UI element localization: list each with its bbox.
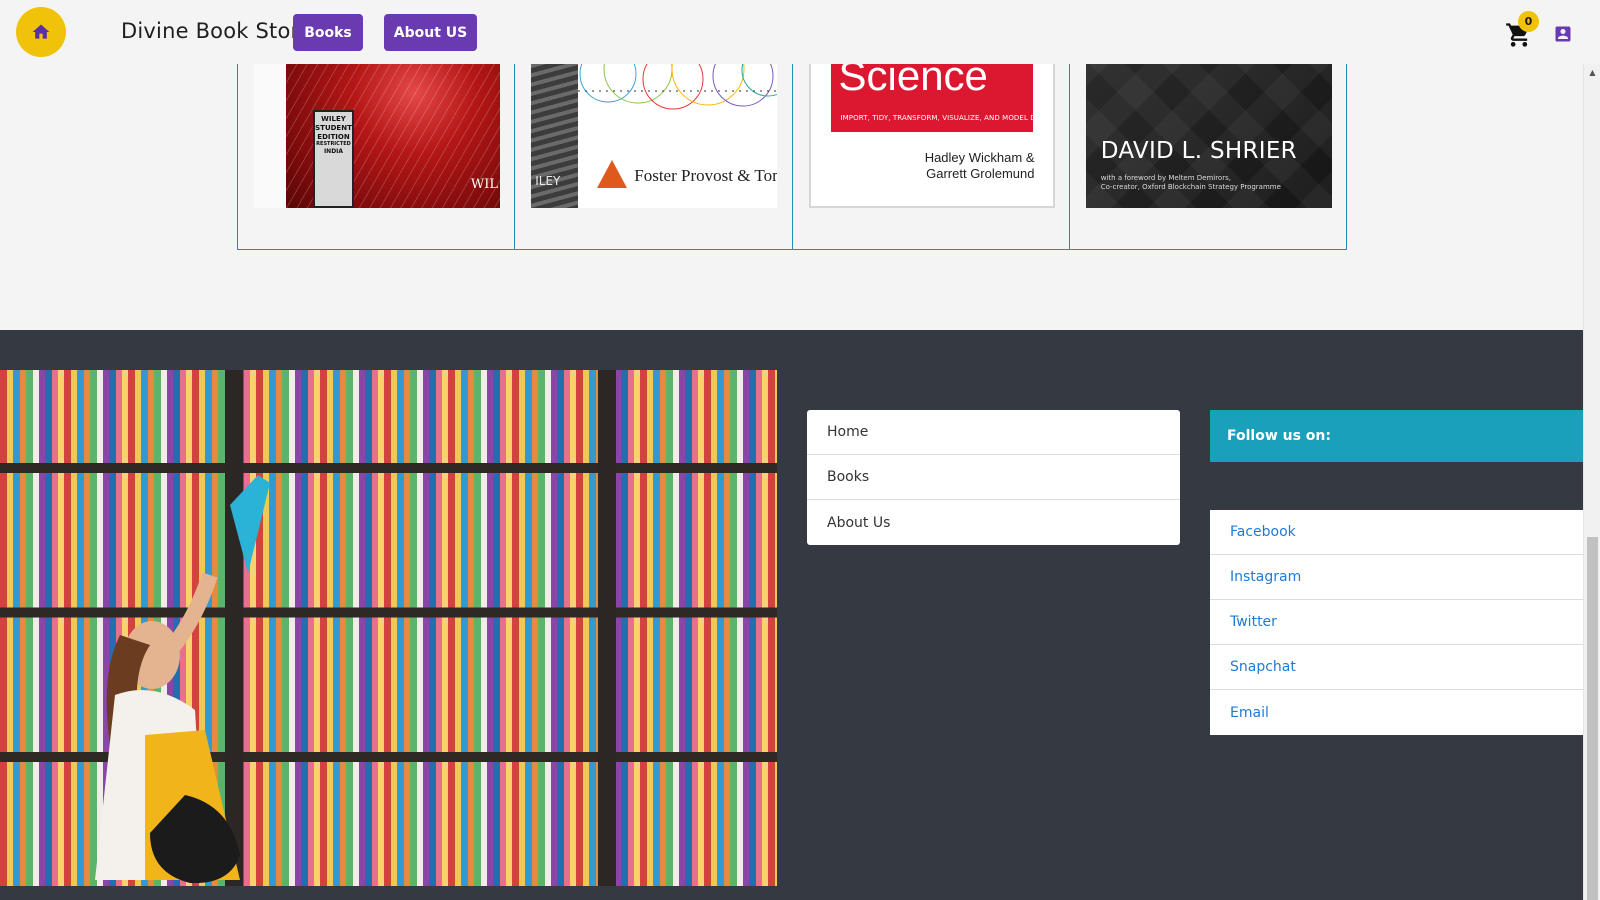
- cover-margin: [254, 64, 286, 208]
- book-cover-image[interactable]: ILEY Foster Provost & Tom Fa: [531, 64, 778, 208]
- publisher-mark: WIL: [470, 177, 498, 192]
- book-card-4[interactable]: DAVID L. SHRIER with a foreword by Melte…: [1070, 64, 1346, 249]
- decorative-arcs: [578, 64, 778, 110]
- social-links-list: Facebook Instagram Twitter Snapchat Emai…: [1210, 510, 1583, 735]
- footer-link-books[interactable]: Books: [807, 455, 1180, 500]
- social-link-snapchat[interactable]: Snapchat: [1210, 645, 1583, 690]
- book-authors: Foster Provost & Tom Fa: [634, 166, 777, 185]
- book-subtitle: IMPORT, TIDY, TRANSFORM, VISUALIZE, AND …: [840, 114, 1049, 122]
- book-card-3[interactable]: Science IMPORT, TIDY, TRANSFORM, VISUALI…: [793, 64, 1070, 249]
- page-scrollbar[interactable]: ▲: [1583, 64, 1600, 900]
- social-link-twitter[interactable]: Twitter: [1210, 600, 1583, 645]
- nav-books-button[interactable]: Books: [293, 14, 363, 51]
- book-authors: Hadley Wickham & Garrett Grolemund: [924, 150, 1035, 182]
- nav-about-button[interactable]: About US: [384, 14, 477, 51]
- book-cards-row: WILEY STUDENT EDITION RESTRICTED INDIA W…: [237, 64, 1347, 250]
- spo-triangle: [597, 160, 628, 188]
- publisher-mark: ILEY: [535, 174, 561, 188]
- social-link-email[interactable]: Email: [1210, 690, 1583, 735]
- reader-figure: [95, 475, 270, 884]
- social-link-instagram[interactable]: Instagram: [1210, 555, 1583, 600]
- footer-nav-list: Home Books About Us: [807, 410, 1180, 545]
- scroll-up-arrow-icon[interactable]: ▲: [1584, 64, 1600, 81]
- store-brand[interactable]: Divine Book Store: [121, 19, 312, 43]
- home-button[interactable]: [16, 7, 66, 57]
- account-box-icon[interactable]: [1553, 24, 1573, 44]
- book-card-2[interactable]: ILEY Foster Provost & Tom Fa: [515, 64, 793, 249]
- scrollbar-thumb[interactable]: [1587, 537, 1598, 900]
- top-navbar: Divine Book Store Books About US 0: [0, 0, 1583, 64]
- follow-us-heading: Follow us on:: [1210, 410, 1583, 462]
- social-link-facebook[interactable]: Facebook: [1210, 510, 1583, 555]
- wiley-student-edition-label: WILEY STUDENT EDITION RESTRICTED INDIA: [313, 110, 354, 208]
- site-footer: Home Books About Us Follow us on: Facebo…: [0, 330, 1583, 900]
- book-foreword: with a foreword by Meltem Demirors, Co-c…: [1100, 174, 1281, 192]
- book-author: DAVID L. SHRIER: [1100, 138, 1297, 164]
- book-cover-image[interactable]: DAVID L. SHRIER with a foreword by Melte…: [1085, 64, 1332, 208]
- book-cover-image[interactable]: WILEY STUDENT EDITION RESTRICTED INDIA W…: [286, 64, 500, 208]
- home-icon: [32, 24, 50, 39]
- bookstore-photo: [0, 370, 777, 886]
- footer-link-home[interactable]: Home: [807, 410, 1180, 455]
- book-card-1[interactable]: WILEY STUDENT EDITION RESTRICTED INDIA W…: [238, 64, 516, 249]
- book-cover-image[interactable]: Science IMPORT, TIDY, TRANSFORM, VISUALI…: [808, 64, 1055, 208]
- cart-count-badge: 0: [1518, 11, 1539, 32]
- footer-link-about[interactable]: About Us: [807, 500, 1180, 545]
- book-title: Science: [838, 64, 988, 99]
